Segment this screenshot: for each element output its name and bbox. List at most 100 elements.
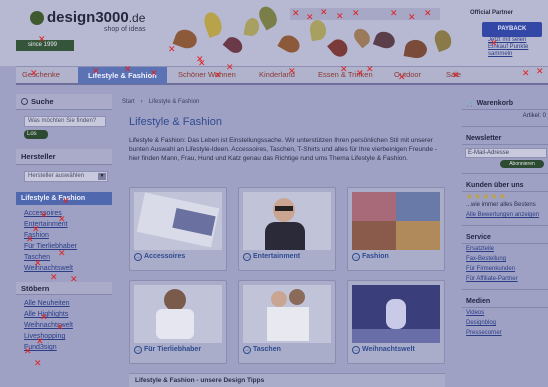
search-go-button[interactable]: Los (24, 130, 48, 139)
marker-x-icon: ✕ (366, 65, 374, 75)
marker-x-icon: ✕ (408, 13, 416, 23)
breadcrumb-current: Lifestyle & Fashion (148, 99, 200, 105)
page-title: Lifestyle & Fashion (129, 116, 222, 128)
marker-x-icon: ✕ (398, 73, 406, 83)
media-header: Medien (462, 295, 548, 308)
service-link-affiliate[interactable]: Für Affiliate-Partner (462, 274, 548, 284)
media-link-videos[interactable]: Videos (462, 308, 548, 318)
newsletter-subscribe-button[interactable]: Abonnieren (500, 160, 544, 168)
breadcrumb-separator: › (140, 99, 143, 105)
marker-x-icon: ✕ (320, 8, 328, 18)
tile-image (352, 192, 440, 250)
tile-label: Accessoires (144, 253, 186, 260)
tile-entertainment[interactable]: → Entertainment (238, 187, 336, 271)
tile-fashion[interactable]: → Fashion (347, 187, 445, 271)
tile-image (243, 192, 331, 250)
marker-x-icon: ✕ (40, 313, 48, 323)
marker-x-icon: ✕ (168, 45, 176, 55)
all-reviews-link[interactable]: Alle Bewertungen anzeigen (462, 210, 548, 220)
marker-x-icon: ✕ (30, 69, 38, 79)
marker-x-icon: ✕ (214, 71, 222, 81)
tile-weihnachtswelt[interactable]: → Weihnachtswelt (347, 280, 445, 364)
partner-link-3[interactable]: sammeln (488, 51, 548, 58)
marker-x-icon: ✕ (522, 69, 530, 79)
cart-title: Warenkorb (476, 100, 513, 107)
search-header: Suche (16, 94, 112, 110)
tile-label: Weihnachtswelt (362, 346, 415, 353)
marker-x-icon: ✕ (390, 9, 398, 19)
marker-x-icon: ✕ (50, 273, 58, 283)
marker-x-icon: ✕ (124, 65, 132, 75)
review-quote: ...wie immer alles Bestens (466, 202, 536, 208)
chevron-down-icon: ▼ (98, 173, 106, 180)
cart-icon: 🛒 (466, 100, 477, 107)
marker-x-icon: ✕ (340, 65, 348, 75)
marker-x-icon: ✕ (150, 69, 158, 79)
reviews-header: Kunden über uns (462, 179, 548, 192)
marker-x-icon: ✕ (306, 13, 314, 23)
brand-select-value: Hersteller auswählen (28, 173, 85, 179)
breadcrumb: Start › Lifestyle & Fashion (122, 94, 452, 110)
arrow-right-icon: → (243, 346, 251, 354)
logo-tagline: shop of ideas (104, 26, 146, 33)
cart-header[interactable]: 🛒 Warenkorb (462, 97, 548, 110)
marker-x-icon: ✕ (336, 12, 344, 22)
media-link-designblog[interactable]: Designblog (462, 318, 548, 328)
arrow-right-icon: → (352, 346, 360, 354)
nav-tab-geschenke[interactable]: Geschenke (22, 70, 60, 79)
payback-logo[interactable]: PAYBACK (482, 22, 542, 37)
site-header: design3000.de shop of ideas since 1999 O… (0, 0, 548, 66)
marker-x-icon: ✕ (36, 337, 44, 347)
tile-label: Entertainment (253, 253, 301, 260)
marker-x-icon: ✕ (536, 67, 544, 77)
marker-x-icon: ✕ (26, 235, 34, 245)
brand-select[interactable]: Hersteller auswählen ▼ (24, 171, 108, 182)
marker-x-icon: ✕ (92, 67, 100, 77)
marker-x-icon: ✕ (56, 323, 64, 333)
tile-image (243, 285, 331, 343)
logo-name: design3000 (47, 9, 129, 26)
tile-accessoires[interactable]: → Accessoires (129, 187, 227, 271)
media-link-pressecorner[interactable]: Pressecorner (462, 328, 548, 338)
sidebar-link-accessoires[interactable]: Accessoires (24, 208, 112, 219)
service-header: Service (462, 231, 548, 244)
rating-stars: ★★★★★ (466, 192, 507, 201)
browse-header: Stöbern (16, 282, 112, 295)
browse-link-weihnachtswelt[interactable]: Weihnachtswelt (24, 320, 112, 331)
marker-x-icon: ✕ (352, 9, 360, 19)
breadcrumb-start[interactable]: Start (122, 99, 135, 105)
marker-x-icon: ✕ (38, 35, 46, 45)
tile-taschen[interactable]: → Taschen (238, 280, 336, 364)
service-link-firmenkunden[interactable]: Für Firmenkunden (462, 264, 548, 274)
tile-label: Fashion (362, 253, 389, 260)
tile-tierliebhaber[interactable]: → Für Tierliebhaber (129, 280, 227, 364)
sidebar-link-tierliebhaber[interactable]: Für Tierliebhaber (24, 241, 112, 252)
tile-image (352, 285, 440, 343)
search-icon (21, 98, 28, 105)
marker-x-icon: ✕ (34, 259, 42, 269)
service-link-fax[interactable]: Fax-Bestellung (462, 254, 548, 264)
arrow-right-icon: → (352, 253, 360, 261)
brand-header: Hersteller (16, 149, 112, 165)
browse-link-neuheiten[interactable]: Alle Neuheiten (24, 298, 112, 309)
newsletter-email-field[interactable]: E-Mail-Adresse (465, 148, 547, 158)
tile-image (134, 192, 222, 250)
marker-x-icon: ✕ (226, 63, 234, 73)
marker-x-icon: ✕ (62, 197, 70, 207)
browse-link-highlights[interactable]: Alle Highlights (24, 309, 112, 320)
search-input[interactable]: Was möchten Sie finden? (24, 116, 106, 127)
arrow-right-icon: → (243, 253, 251, 261)
right-sidebar: 🛒 Warenkorb Artikel: 0 Newsletter E-Mail… (462, 97, 548, 338)
design-tips-header: Lifestyle & Fashion - unsere Design Tipp… (129, 373, 445, 387)
partner-box: Official Partner PAYBACK Jetzt mit selen… (470, 10, 548, 58)
arrow-right-icon: → (134, 253, 142, 261)
logo-icon (30, 11, 44, 25)
service-link-ersatzteile[interactable]: Ersatzteile (462, 244, 548, 254)
marker-x-icon: ✕ (288, 67, 296, 77)
marker-x-icon: ✕ (24, 347, 32, 357)
partner-title: Official Partner (470, 10, 514, 16)
tile-image (134, 285, 222, 343)
tile-label: Taschen (253, 346, 281, 353)
marker-x-icon: ✕ (32, 225, 40, 235)
tile-label: Für Tierliebhaber (144, 346, 202, 353)
